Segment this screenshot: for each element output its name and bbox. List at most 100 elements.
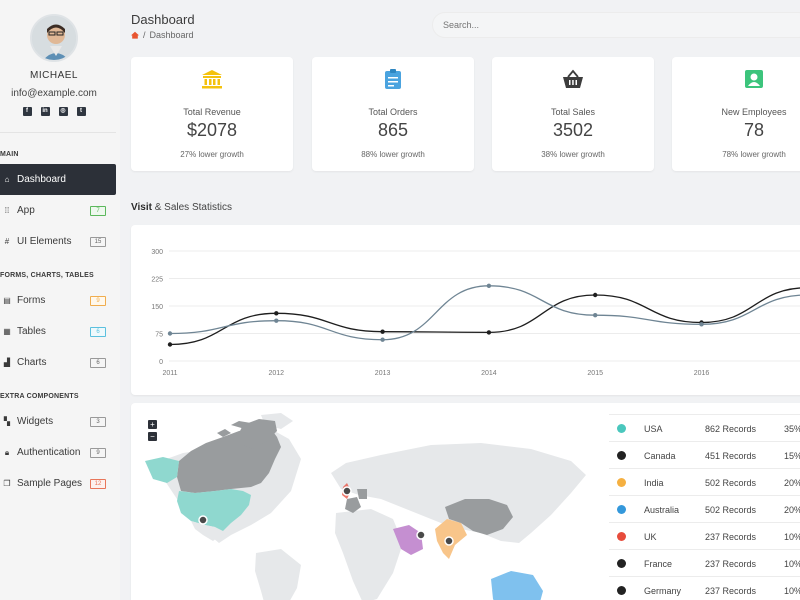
badge: 9 <box>90 295 106 306</box>
data-point[interactable] <box>167 331 173 336</box>
avatar[interactable] <box>30 14 78 62</box>
user-badge-icon <box>745 70 763 88</box>
badge: 6 <box>90 357 106 368</box>
country-percent: 10% <box>784 559 800 569</box>
map-marker[interactable] <box>342 486 352 496</box>
badge: 3 <box>90 416 106 427</box>
stat-label: Total Revenue <box>183 107 241 117</box>
stat-card-total-revenue: Total Revenue $2078 27% lower growth <box>131 57 293 171</box>
x-tick-label: 2012 <box>269 370 285 377</box>
legend-dot <box>617 451 626 460</box>
x-tick-label: 2014 <box>481 370 497 377</box>
sidebar-item-tables[interactable]: ▦ Tables 6 <box>0 316 116 347</box>
clipboard-list-icon <box>385 69 401 89</box>
table-icon: ▦ <box>3 327 11 336</box>
home-icon[interactable] <box>131 31 139 39</box>
sidebar-item-sample-pages[interactable]: ❐ Sample Pages 12 <box>0 468 116 499</box>
social-links: f in ◎ t <box>0 107 108 116</box>
y-tick-label: 150 <box>151 304 163 311</box>
section-title-main: MAIN <box>0 151 19 158</box>
user-email: info@example.com <box>11 88 97 99</box>
x-tick-label: 2011 <box>162 370 177 377</box>
twitter-icon[interactable]: t <box>76 107 86 116</box>
data-point[interactable] <box>274 311 279 316</box>
data-point[interactable] <box>699 322 704 327</box>
country-percent: 35% <box>784 424 800 434</box>
x-tick-label: 2016 <box>694 370 710 377</box>
country-row: India 502 Records 20% <box>609 468 800 495</box>
clipboard-icon: ▤ <box>3 296 11 305</box>
series-line-1 <box>169 285 800 341</box>
country-records: 237 Records <box>705 532 757 542</box>
data-point[interactable] <box>380 329 385 334</box>
stat-label: Total Orders <box>368 107 418 117</box>
country-records: 502 Records <box>705 505 757 515</box>
data-point[interactable] <box>593 312 598 318</box>
country-row: USA 862 Records 35% <box>609 414 800 441</box>
data-point[interactable] <box>274 318 279 323</box>
map-marker[interactable] <box>416 530 426 540</box>
legend-dot <box>617 586 626 595</box>
sidebar-item-dashboard[interactable]: ⌂ Dashboard <box>0 164 116 195</box>
sidebar-item-authentication[interactable]: 🔒︎ Authentication 9 <box>0 437 116 468</box>
map-marker[interactable] <box>444 536 454 546</box>
widgets-icon: ▚ <box>3 417 11 426</box>
page-title: Dashboard <box>131 12 195 27</box>
stat-value: $2078 <box>186 120 238 140</box>
country-percent: 20% <box>784 478 800 488</box>
country-records: 502 Records <box>705 478 757 488</box>
stat-value: 3502 <box>552 120 594 140</box>
map-marker[interactable] <box>198 515 208 525</box>
series-line-0 <box>169 287 800 346</box>
data-point[interactable] <box>380 337 385 342</box>
sidebar-item-widgets[interactable]: ▚ Widgets 3 <box>0 406 116 437</box>
search-input[interactable] <box>432 12 800 38</box>
instagram-icon[interactable]: ◎ <box>58 107 68 116</box>
sidebar-item-app[interactable]: ⁞⁞ App 7 <box>0 195 116 226</box>
facebook-icon[interactable]: f <box>22 107 32 116</box>
zoom-out-button[interactable]: − <box>148 432 157 441</box>
visit-sales-chart: 3002251507502011201220132014201520162017 <box>131 225 800 395</box>
stat-value: 78 <box>743 120 765 140</box>
country-name: UK <box>644 532 657 542</box>
data-point[interactable] <box>486 330 492 335</box>
sidebar-item-ui-elements[interactable]: # UI Elements 15 <box>0 226 116 257</box>
country-row: Canada 451 Records 15% <box>609 441 800 468</box>
zoom-in-button[interactable]: + <box>148 420 157 429</box>
basket-icon <box>563 69 583 88</box>
data-point[interactable] <box>486 283 492 289</box>
linkedin-icon[interactable]: in <box>40 107 50 116</box>
user-name: MICHAEL <box>30 70 78 81</box>
legend-dot <box>617 424 626 433</box>
badge: 9 <box>90 447 106 458</box>
section-title-forms: FORMS, CHARTS, TABLES <box>0 272 94 279</box>
sidebar-item-forms[interactable]: ▤ Forms 9 <box>0 285 116 316</box>
stat-growth: 38% lower growth <box>541 150 605 159</box>
line-chart: 3002251507502011201220132014201520162017 <box>151 249 800 377</box>
sidebar: MICHAEL info@example.com f in ◎ t MAIN ⌂… <box>0 0 120 600</box>
y-tick-label: 0 <box>159 359 163 366</box>
sidebar-item-charts[interactable]: ▟ Charts 6 <box>0 347 116 378</box>
country-percent: 20% <box>784 505 800 515</box>
country-percent: 10% <box>784 532 800 542</box>
x-tick-label: 2013 <box>375 370 391 377</box>
country-records: 451 Records <box>705 451 757 461</box>
stat-card-total-orders: Total Orders 865 88% lower growth <box>312 57 474 171</box>
country-row: Australia 502 Records 20% <box>609 495 800 522</box>
copy-icon: ❐ <box>3 479 11 488</box>
country-percent: 10% <box>784 586 800 596</box>
badge: 7 <box>90 205 106 216</box>
stat-label: New Employees <box>721 107 787 117</box>
data-point[interactable] <box>167 342 173 347</box>
legend-dot <box>617 559 626 568</box>
country-name: France <box>644 559 673 569</box>
country-name: Germany <box>644 586 682 596</box>
bank-icon <box>202 70 222 89</box>
data-point[interactable] <box>593 292 598 298</box>
chart-section-title: Visit & Sales Statistics <box>131 202 232 213</box>
chart-icon: ▟ <box>3 358 11 367</box>
stat-card-new-employees: New Employees 78 78% lower growth <box>672 57 800 171</box>
country-name: Canada <box>644 451 676 461</box>
country-records: 237 Records <box>705 559 757 569</box>
world-map-card: + − USA 862 Records 35% Canada 451 Recor… <box>131 403 800 600</box>
